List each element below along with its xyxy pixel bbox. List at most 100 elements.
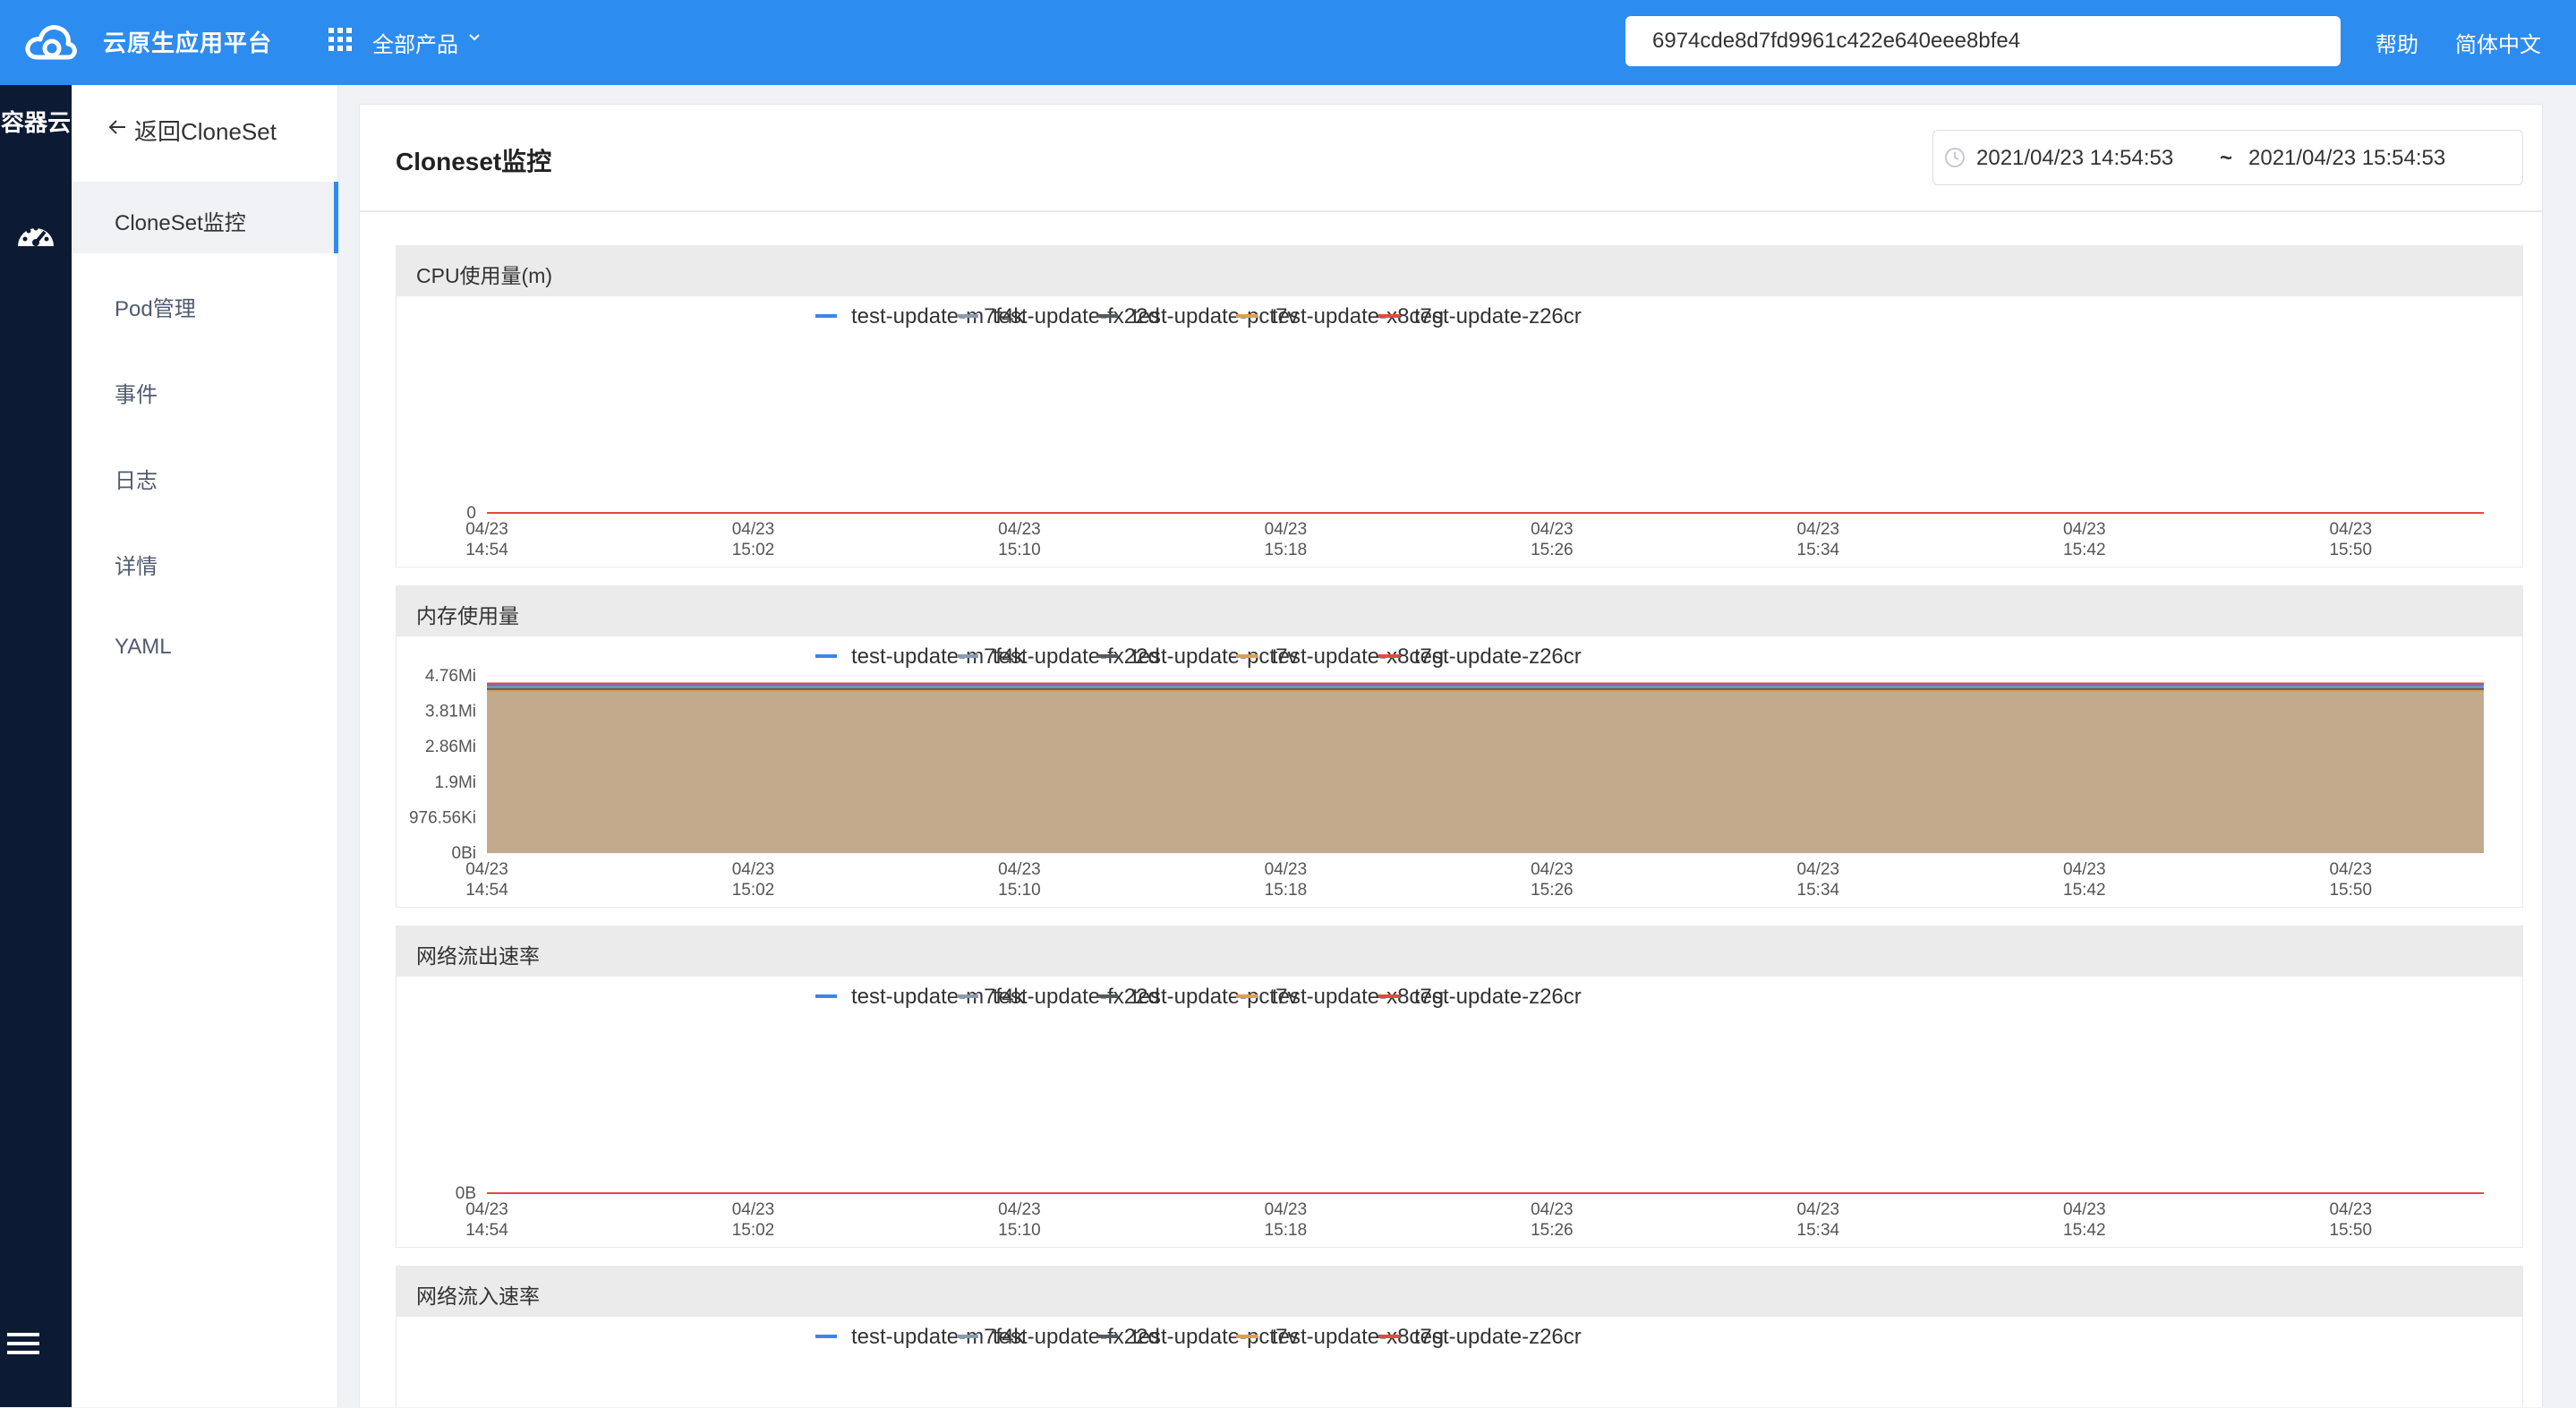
- sidebar-item-details[interactable]: 详情: [72, 525, 337, 597]
- x-tick-label: 04/23: [2329, 520, 2372, 539]
- sidebar: 返回CloneSet CloneSet监控 Pod管理 事件 日志 详情 YAM…: [72, 85, 338, 1407]
- network-in-chart[interactable]: test-update-m7f4ktest-update-fx22dtest-u…: [397, 1317, 2522, 1408]
- grid-apps-icon[interactable]: [328, 27, 353, 52]
- series-area: [487, 691, 2484, 853]
- x-tick-label: 15:18: [1265, 881, 1308, 900]
- language-switch[interactable]: 简体中文: [2455, 27, 2541, 58]
- x-tick-label: 04/23: [2329, 860, 2372, 879]
- x-tick-label: 04/23: [465, 1200, 508, 1219]
- product-rail: 容器云: [0, 85, 72, 1407]
- x-tick-label: 04/23: [2063, 1200, 2106, 1219]
- sidebar-item-cloneset-monitor[interactable]: CloneSet监控: [72, 182, 338, 253]
- y-tick-label: 1.9Mi: [435, 773, 476, 792]
- y-tick-label: 3.81Mi: [425, 703, 476, 721]
- menu-icon[interactable]: [5, 1329, 43, 1358]
- x-tick-label: 15:42: [2063, 1221, 2106, 1240]
- x-tick-label: 04/23: [1265, 520, 1308, 539]
- x-tick-label: 15:50: [2329, 541, 2372, 559]
- x-tick-label: 04/23: [465, 860, 508, 879]
- page-title: Cloneset监控: [396, 148, 552, 175]
- x-tick-label: 15:18: [1265, 541, 1308, 559]
- x-tick-label: 04/23: [998, 860, 1041, 879]
- x-tick-label: 04/23: [1531, 1200, 1574, 1219]
- x-tick-label: 15:02: [732, 1221, 775, 1240]
- divider: [360, 210, 2542, 212]
- legend-label: test-update-z26cr: [1414, 1325, 1582, 1349]
- memory-chart[interactable]: test-update-m7f4ktest-update-fx22dtest-u…: [397, 636, 2522, 907]
- sidebar-item-label: CloneSet监控: [115, 211, 246, 235]
- x-tick-label: 15:10: [998, 541, 1041, 559]
- x-tick-label: 04/23: [1531, 860, 1574, 879]
- x-tick-label: 15:10: [998, 1221, 1041, 1240]
- date-range-picker[interactable]: 2021/04/23 14:54:53 ~ 2021/04/23 15:54:5…: [1932, 130, 2523, 185]
- x-tick-label: 04/23: [2063, 520, 2106, 539]
- chevron-down-icon[interactable]: [467, 30, 482, 45]
- y-tick-label: 0B: [456, 1184, 476, 1203]
- x-tick-label: 15:50: [2329, 881, 2372, 900]
- y-tick-label: 4.76Mi: [425, 667, 476, 686]
- chart-card-network-out: 网络流出速率 test-update-m7f4k test-update-fx22…: [396, 926, 2523, 1248]
- clock-icon: [1945, 148, 1965, 167]
- x-tick-label: 14:54: [465, 1221, 508, 1240]
- x-tick-label: 04/23: [2329, 1200, 2372, 1219]
- x-tick-label: 04/23: [998, 1200, 1041, 1219]
- x-tick-label: 15:02: [732, 881, 775, 900]
- chart-title: 网络流出速率: [416, 944, 540, 968]
- chart-header: 网络流出速率: [397, 926, 2522, 977]
- chart-header: 内存使用量: [397, 586, 2522, 636]
- x-tick-label: 15:42: [2063, 881, 2106, 900]
- x-tick-label: 15:18: [1265, 1221, 1308, 1240]
- sidebar-item-label: YAML: [115, 635, 172, 659]
- chart-card-cpu: CPU使用量(m) test-update-m7f4k test-update-f…: [396, 245, 2523, 567]
- app-title[interactable]: 云原生应用平台: [103, 25, 272, 58]
- x-tick-label: 04/23: [1265, 860, 1308, 879]
- sidebar-item-events[interactable]: 事件: [72, 354, 337, 425]
- sidebar-item-label: 详情: [115, 555, 158, 579]
- arrow-left-icon[interactable]: [107, 117, 127, 137]
- x-tick-label: 15:10: [998, 881, 1041, 900]
- x-tick-label: 04/23: [465, 520, 508, 539]
- sidebar-item-label: 事件: [115, 383, 158, 407]
- y-tick-label: 976.56Ki: [409, 808, 476, 827]
- top-bar: 云原生应用平台 全部产品 帮助 简体中文: [0, 0, 2576, 85]
- x-tick-label: 04/23: [998, 520, 1041, 539]
- chart-title: 网络流入速率: [416, 1284, 540, 1308]
- sidebar-item-pod-management[interactable]: Pod管理: [72, 268, 337, 339]
- date-start: 2021/04/23 14:54:53: [1976, 146, 2174, 170]
- x-tick-label: 15:02: [732, 541, 775, 559]
- legend-label: test-update-z26cr: [1414, 304, 1582, 329]
- date-end: 2021/04/23 15:54:53: [2248, 146, 2446, 170]
- rail-title[interactable]: 容器云: [0, 105, 72, 138]
- network-out-chart[interactable]: test-update-m7f4ktest-update-fx22dtest-u…: [397, 977, 2522, 1247]
- y-tick-label: 0: [466, 504, 476, 523]
- all-products-menu[interactable]: 全部产品: [372, 27, 458, 58]
- search-input[interactable]: [1625, 16, 2341, 66]
- x-tick-label: 14:54: [465, 541, 508, 559]
- x-tick-label: 15:42: [2063, 541, 2106, 559]
- x-tick-label: 04/23: [1797, 1200, 1840, 1219]
- x-tick-label: 04/23: [2063, 860, 2106, 879]
- x-tick-label: 04/23: [732, 860, 775, 879]
- dashboard-icon[interactable]: [9, 209, 63, 262]
- x-tick-label: 15:50: [2329, 1221, 2372, 1240]
- sidebar-item-logs[interactable]: 日志: [72, 439, 337, 511]
- x-tick-label: 04/23: [1797, 860, 1840, 879]
- x-tick-label: 15:34: [1797, 881, 1840, 900]
- legend-label: test-update-z26cr: [1414, 985, 1582, 1009]
- back-label[interactable]: 返回CloneSet: [134, 114, 277, 147]
- legend-label: test-update-z26cr: [1414, 644, 1582, 669]
- x-tick-label: 04/23: [732, 520, 775, 539]
- chart-card-network-in: 网络流入速率 test-update-m7f4k test-update-fx22…: [396, 1266, 2523, 1407]
- sidebar-item-label: 日志: [115, 469, 158, 493]
- help-link[interactable]: 帮助: [2376, 27, 2418, 58]
- cpu-chart[interactable]: test-update-m7f4ktest-update-fx22dtest-u…: [397, 296, 2522, 567]
- x-tick-label: 04/23: [1531, 520, 1574, 539]
- cloud-logo-icon[interactable]: [23, 18, 79, 66]
- sidebar-item-yaml[interactable]: YAML: [72, 611, 337, 683]
- x-tick-label: 04/23: [1797, 520, 1840, 539]
- y-tick-label: 0Bi: [452, 844, 476, 863]
- x-tick-label: 15:26: [1531, 1221, 1574, 1240]
- sidebar-item-label: Pod管理: [115, 297, 196, 321]
- x-tick-label: 04/23: [1265, 1200, 1308, 1219]
- x-tick-label: 14:54: [465, 881, 508, 900]
